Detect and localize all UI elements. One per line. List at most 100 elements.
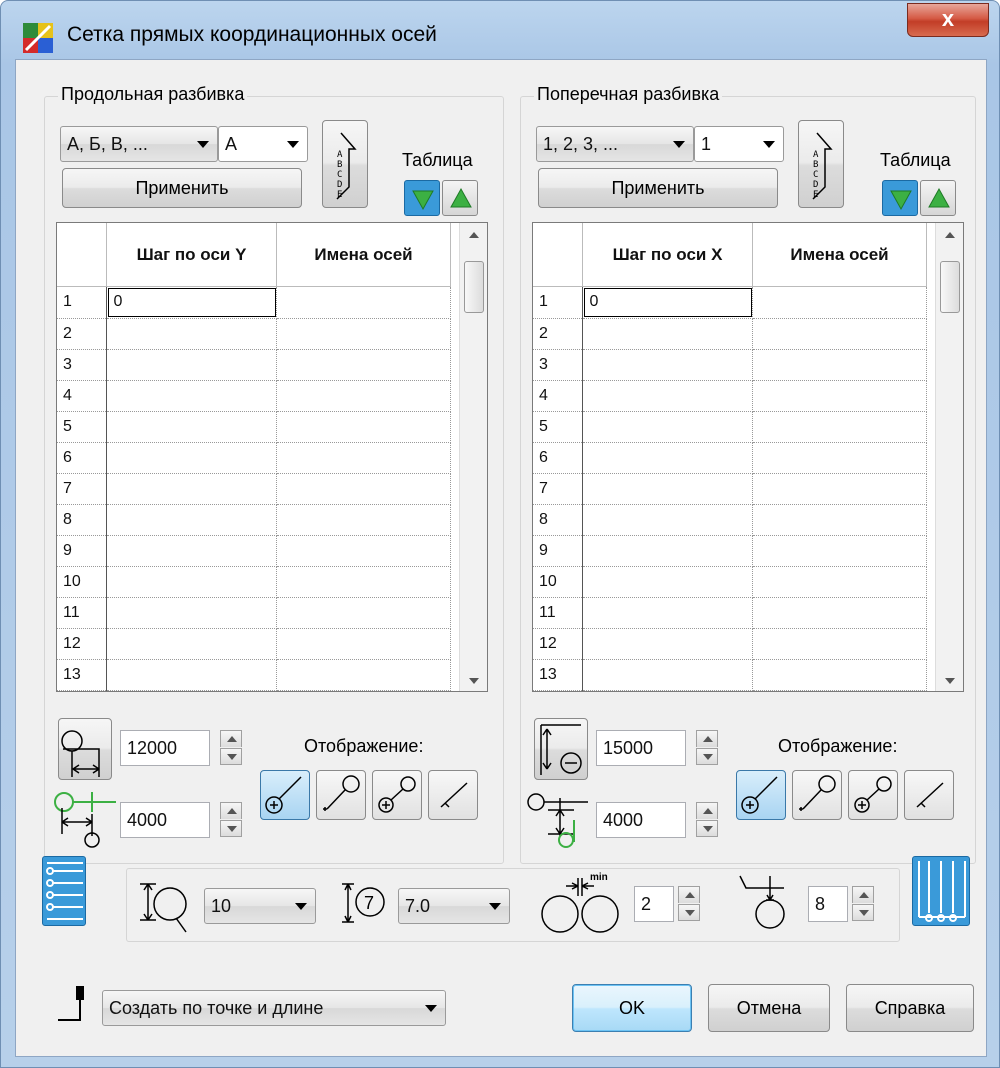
table-row[interactable]: 11 [533,597,927,629]
table-row[interactable]: 14 [57,690,451,691]
axis-name-cell[interactable] [752,597,927,629]
step-cell[interactable] [582,318,754,350]
table-row[interactable]: 14 [533,690,927,691]
axis-name-cell[interactable] [752,566,927,598]
left-col-names-header[interactable]: Имена осей [277,223,451,287]
axis-name-cell[interactable] [752,535,927,567]
table-row[interactable]: 13 [57,659,451,691]
table-row[interactable]: 3 [533,349,927,381]
table-row[interactable]: 2 [533,318,927,350]
table-row[interactable]: 13 [533,659,927,691]
left-display-marker-both-button[interactable] [372,770,422,820]
table-row[interactable]: 10 [533,287,927,319]
step-cell[interactable] [106,535,278,567]
table-row[interactable]: 8 [57,504,451,536]
rows-orientation-button[interactable] [42,856,86,926]
min-gap-input[interactable]: 2 [634,886,674,922]
row-number[interactable]: 11 [533,597,584,629]
axis-name-cell[interactable] [276,690,451,691]
left-table-scrollbar[interactable] [459,223,488,692]
right-apply-button[interactable]: Применить [538,168,778,208]
row-number[interactable]: 2 [533,318,584,350]
left-axis-table[interactable]: Шаг по оси Y Имена осей 1 0 2 3 4 5 6 7 8 9 10 11 12… [56,222,488,692]
axis-name-cell[interactable] [276,349,451,381]
axis-name-cell[interactable] [752,380,927,412]
table-row[interactable]: 6 [533,442,927,474]
row-number[interactable]: 2 [57,318,108,350]
row-number[interactable]: 4 [57,380,108,412]
axis-name-cell[interactable] [276,318,451,350]
step-cell[interactable] [582,597,754,629]
row-number[interactable]: 13 [57,659,108,691]
row-number[interactable]: 5 [533,411,584,443]
scroll-up-icon[interactable] [936,223,964,247]
right-extension-input[interactable]: 4000 [596,802,686,838]
left-offset-spinner[interactable] [220,730,242,766]
table-row[interactable]: 5 [57,411,451,443]
spin-down-button[interactable] [220,748,242,765]
row-number[interactable]: 12 [533,628,584,660]
step-cell[interactable] [106,442,278,474]
left-table-import-button[interactable] [404,180,440,216]
axis-name-cell[interactable] [276,287,451,319]
step-cell[interactable] [582,628,754,660]
step-cell[interactable] [106,566,278,598]
right-col-step-header[interactable]: Шаг по оси X [583,223,753,287]
spin-down-button[interactable] [678,904,700,921]
axis-name-cell[interactable] [276,504,451,536]
left-table-export-button[interactable] [442,180,478,216]
table-row[interactable]: 9 [533,535,927,567]
spin-up-button[interactable] [220,730,242,747]
axis-name-cell[interactable] [752,287,927,319]
axis-name-cell[interactable] [276,659,451,691]
help-button[interactable]: Справка [846,984,974,1032]
left-offset-input[interactable]: 12000 [120,730,210,766]
axis-name-cell[interactable] [752,473,927,505]
right-axis-table[interactable]: Шаг по оси X Имена осей 1 0 2 3 4 5 6 7 8 9 10 11 12… [532,222,964,692]
step-cell[interactable] [582,659,754,691]
right-naming-scheme-select[interactable]: 1, 2, 3, ... [536,126,694,162]
row-number[interactable]: 10 [57,566,108,598]
close-button[interactable]: x [907,3,989,37]
right-offset-input[interactable]: 15000 [596,730,686,766]
left-extent-mode-button[interactable] [58,718,112,780]
row-number[interactable]: 5 [57,411,108,443]
table-row[interactable]: 5 [533,411,927,443]
axis-name-cell[interactable] [752,411,927,443]
ok-button[interactable]: OK [572,984,692,1032]
axis-name-cell[interactable] [752,504,927,536]
row-number[interactable]: 8 [533,504,584,536]
scroll-down-icon[interactable] [460,669,488,692]
table-row[interactable]: 4 [57,380,451,412]
step-cell[interactable] [106,504,278,536]
min-gap-spinner[interactable] [678,886,700,922]
step-cell[interactable] [106,659,278,691]
table-row[interactable]: 6 [57,442,451,474]
row-number[interactable]: 1 [57,287,108,319]
row-number[interactable]: 14 [533,690,584,691]
step-cell[interactable] [582,473,754,505]
axis-name-cell[interactable] [752,659,927,691]
table-row[interactable]: 12 [57,628,451,660]
step-cell[interactable]: 0 [582,287,754,319]
scroll-up-icon[interactable] [460,223,488,247]
step-cell[interactable] [582,535,754,567]
spin-up-button[interactable] [852,886,874,903]
step-cell[interactable] [106,690,278,691]
step-cell[interactable] [106,380,278,412]
row-number[interactable]: 6 [533,442,584,474]
step-cell[interactable] [106,628,278,660]
row-number[interactable]: 13 [533,659,584,691]
left-display-no-marker-button[interactable] [428,770,478,820]
right-start-name-select[interactable]: 1 [694,126,784,162]
row-number[interactable]: 4 [533,380,584,412]
left-scroll-thumb[interactable] [464,261,484,313]
left-apply-button[interactable]: Применить [62,168,302,208]
row-number[interactable]: 1 [533,287,584,319]
axis-name-cell[interactable] [276,566,451,598]
axis-name-cell[interactable] [752,690,927,691]
spin-down-button[interactable] [696,748,718,765]
row-number[interactable]: 3 [533,349,584,381]
step-cell[interactable] [106,411,278,443]
right-col-names-header[interactable]: Имена осей [753,223,927,287]
